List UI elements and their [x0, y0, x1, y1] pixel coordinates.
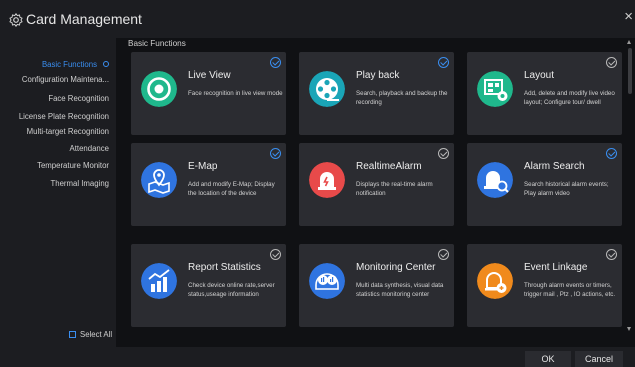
unchecked-icon[interactable]: [270, 249, 281, 260]
card-layout[interactable]: Layout Add, delete and modify live video…: [467, 52, 622, 135]
card-title: E-Map: [188, 161, 218, 172]
alarm-bell-icon: [309, 162, 345, 198]
card-title: Live View: [188, 70, 231, 81]
ok-button[interactable]: OK: [525, 351, 571, 367]
unchecked-icon[interactable]: [438, 148, 449, 159]
alarm-search-icon: [477, 162, 513, 198]
monitoring-center-icon: [309, 263, 345, 299]
card-alarm-search[interactable]: Alarm Search Search historical alarm eve…: [467, 143, 622, 226]
sidebar-item-face-recognition[interactable]: Face Recognition: [48, 94, 109, 103]
card-report-statistics[interactable]: Report Statistics Check device online ra…: [131, 244, 286, 327]
card-title: Event Linkage: [524, 262, 588, 273]
cancel-button[interactable]: Cancel: [575, 351, 623, 367]
card-event-linkage[interactable]: Event Linkage Through alarm events or ti…: [467, 244, 622, 327]
card-description: Displays the real-time alarm notificatio…: [356, 181, 433, 197]
card-title: Alarm Search: [524, 161, 585, 172]
card-play-back[interactable]: Play back Search, playback and backup th…: [299, 52, 454, 135]
gear-icon: [9, 13, 23, 27]
card-realtime-alarm[interactable]: RealtimeAlarm Displays the real-time ala…: [299, 143, 454, 226]
card-description: Through alarm events or timers, trigger …: [524, 282, 616, 298]
title-bar: Card Management ×: [0, 0, 635, 38]
unchecked-icon[interactable]: [606, 249, 617, 260]
window-title: Card Management: [26, 11, 142, 27]
checked-icon[interactable]: [606, 148, 617, 159]
select-all-checkbox[interactable]: Select All: [69, 330, 112, 339]
sidebar-item-thermal-imaging[interactable]: Thermal Imaging: [51, 179, 110, 188]
checked-icon[interactable]: [270, 148, 281, 159]
card-title: Monitoring Center: [356, 262, 436, 273]
card-description: Add, delete and modify live video layout…: [524, 90, 615, 106]
card-description: Search historical alarm events; Play ala…: [524, 181, 609, 197]
live-view-icon: [141, 71, 177, 107]
bar-chart-icon: [141, 263, 177, 299]
sidebar: Basic Functions Configuration Maintena..…: [0, 38, 116, 347]
playback-reel-icon: [309, 71, 345, 107]
card-title: Report Statistics: [188, 262, 261, 273]
event-linkage-icon: [477, 263, 513, 299]
card-description: Face recognition in live view mode: [188, 90, 283, 97]
unchecked-icon[interactable]: [606, 57, 617, 68]
card-monitoring-center[interactable]: Monitoring Center Multi data synthesis, …: [299, 244, 454, 327]
sidebar-item-configuration-maintenance[interactable]: Configuration Maintena...: [22, 75, 109, 84]
card-description: Multi data synthesis, visual data statis…: [356, 282, 444, 298]
sidebar-item-temperature-monitor[interactable]: Temperature Monitor: [37, 161, 109, 170]
card-title: RealtimeAlarm: [356, 161, 422, 172]
map-pin-icon: [141, 162, 177, 198]
card-description: Check device online rate,server status,u…: [188, 282, 275, 298]
unchecked-icon[interactable]: [438, 249, 449, 260]
card-title: Play back: [356, 70, 400, 81]
card-e-map[interactable]: E-Map Add and modify E-Map; Display the …: [131, 143, 286, 226]
sidebar-item-license-plate-recognition[interactable]: License Plate Recognition: [19, 112, 109, 121]
section-title: Basic Functions: [128, 39, 186, 48]
checkbox-box[interactable]: [69, 331, 76, 338]
checked-icon[interactable]: [270, 57, 281, 68]
sidebar-item-attendance[interactable]: Attendance: [70, 144, 109, 153]
scroll-up-arrow-icon[interactable]: [627, 40, 631, 44]
checked-icon[interactable]: [438, 57, 449, 68]
scrollbar-thumb[interactable]: [628, 48, 632, 94]
close-button[interactable]: ×: [624, 9, 633, 24]
sidebar-item-multi-target-recognition[interactable]: Multi-target Recognition: [27, 127, 109, 136]
card-title: Layout: [524, 70, 555, 81]
card-live-view[interactable]: Live View Face recognition in live view …: [131, 52, 286, 135]
card-description: Add and modify E-Map; Display the locati…: [188, 181, 275, 197]
select-all-label: Select All: [80, 330, 113, 339]
layout-icon: [477, 71, 513, 107]
card-description: Search, playback and backup the recordin…: [356, 90, 448, 106]
scroll-down-arrow-icon[interactable]: [627, 327, 631, 331]
sidebar-item-basic-functions[interactable]: Basic Functions: [42, 60, 109, 69]
